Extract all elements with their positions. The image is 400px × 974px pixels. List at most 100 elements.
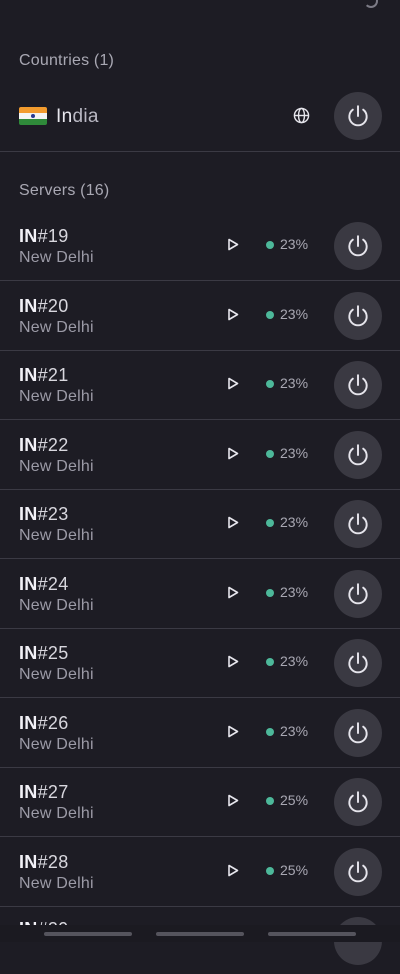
server-city: New Delhi <box>19 666 94 683</box>
play-icon[interactable] <box>227 516 239 529</box>
server-city: New Delhi <box>19 249 94 266</box>
server-load: 25% <box>280 861 309 878</box>
server-number: #28 <box>37 851 69 872</box>
server-row[interactable]: IN#25 New Delhi 23% <box>0 628 400 697</box>
server-prefix: IN <box>19 295 38 316</box>
power-icon <box>348 860 368 882</box>
server-name: IN#26 <box>19 713 69 734</box>
server-name: IN#19 <box>19 226 69 247</box>
load-dot-icon <box>266 449 274 458</box>
nav-handle[interactable] <box>156 932 244 936</box>
load-dot-icon <box>266 797 274 805</box>
load-dot-icon <box>266 241 274 249</box>
country-name: India <box>56 106 99 128</box>
power-icon <box>348 374 368 396</box>
server-row[interactable]: IN#20 New Delhi 23% <box>0 281 400 350</box>
server-name: IN#24 <box>19 574 69 595</box>
india-flag-icon <box>19 107 47 125</box>
server-connect-button[interactable] <box>334 291 382 340</box>
server-name: IN#25 <box>19 643 69 664</box>
power-icon <box>348 304 368 326</box>
play-icon[interactable] <box>227 655 239 668</box>
server-number: #19 <box>37 226 69 246</box>
play-icon[interactable] <box>227 586 239 599</box>
server-connect-button[interactable] <box>334 778 382 826</box>
server-city: New Delhi <box>19 527 94 544</box>
play-icon[interactable] <box>227 864 239 877</box>
countries-section-title: Countries (1) <box>19 52 115 69</box>
server-row[interactable]: IN#19 New Delhi 23% <box>0 211 400 280</box>
power-icon <box>348 582 368 604</box>
power-icon <box>348 652 368 674</box>
server-load: 23% <box>280 514 309 530</box>
server-connect-button[interactable] <box>334 708 382 757</box>
partial-icon <box>364 0 378 8</box>
server-city: New Delhi <box>19 596 94 614</box>
load-dot-icon <box>266 866 274 875</box>
server-connect-button[interactable] <box>334 569 382 618</box>
country-row-india[interactable]: India <box>0 84 400 150</box>
server-connect-button[interactable] <box>334 222 382 270</box>
server-city: New Delhi <box>19 735 94 753</box>
load-dot-icon <box>266 588 274 597</box>
load-dot-icon <box>266 658 274 666</box>
load-dot-icon <box>266 380 274 388</box>
server-load: 23% <box>280 653 309 669</box>
server-prefix: IN <box>19 365 38 385</box>
server-city: New Delhi <box>19 874 94 892</box>
play-icon[interactable] <box>227 447 239 460</box>
server-number: #20 <box>37 295 69 316</box>
server-prefix: IN <box>19 504 38 524</box>
play-icon[interactable] <box>227 377 239 390</box>
server-number: #21 <box>37 365 69 385</box>
server-row[interactable]: IN#24 New Delhi 23% <box>0 559 400 628</box>
server-number: #23 <box>37 504 69 524</box>
server-prefix: IN <box>19 643 38 663</box>
power-icon <box>348 513 368 535</box>
nav-handle[interactable] <box>268 932 356 936</box>
country-connect-button[interactable] <box>334 92 382 140</box>
play-icon[interactable] <box>227 308 239 321</box>
server-row[interactable]: IN#21 New Delhi 23% <box>0 350 400 419</box>
server-connect-button[interactable] <box>334 639 382 687</box>
server-connect-button[interactable] <box>334 430 382 479</box>
play-icon[interactable] <box>227 794 239 807</box>
server-connect-button[interactable] <box>334 361 382 409</box>
server-number: #26 <box>37 712 69 733</box>
server-load: 23% <box>280 722 309 739</box>
globe-icon[interactable] <box>293 107 310 124</box>
server-name: IN#28 <box>19 852 69 873</box>
server-row[interactable]: IN#22 New Delhi 23% <box>0 420 400 489</box>
server-city: New Delhi <box>19 318 94 336</box>
server-prefix: IN <box>19 851 38 872</box>
play-icon[interactable] <box>227 238 239 251</box>
server-row[interactable]: IN#27 New Delhi 25% <box>0 767 400 836</box>
power-icon <box>348 235 368 257</box>
country-name-first: In <box>56 106 73 127</box>
server-load: 25% <box>280 792 309 808</box>
power-icon <box>348 791 368 813</box>
load-dot-icon <box>266 310 274 319</box>
server-load: 23% <box>280 236 309 252</box>
server-number: #22 <box>37 434 69 455</box>
power-icon <box>348 105 368 127</box>
server-row[interactable]: IN#23 New Delhi 23% <box>0 489 400 558</box>
server-load: 23% <box>280 305 309 322</box>
nav-handle[interactable] <box>44 932 132 936</box>
play-icon[interactable] <box>227 725 239 738</box>
server-connect-button[interactable] <box>334 847 382 896</box>
server-row[interactable]: IN#28 New Delhi 25% <box>0 837 400 906</box>
server-prefix: IN <box>19 573 38 594</box>
server-connect-button[interactable] <box>334 500 382 548</box>
server-name: IN#20 <box>19 296 69 317</box>
load-dot-icon <box>266 519 274 527</box>
server-row[interactable]: IN#26 New Delhi 23% <box>0 698 400 767</box>
server-number: #25 <box>37 643 69 663</box>
country-name-rest: dia <box>72 106 99 127</box>
server-name: IN#23 <box>19 504 69 525</box>
section-divider <box>0 151 400 152</box>
server-city: New Delhi <box>19 388 94 405</box>
server-load: 23% <box>280 444 309 461</box>
server-load: 23% <box>280 583 309 600</box>
server-prefix: IN <box>19 712 38 733</box>
